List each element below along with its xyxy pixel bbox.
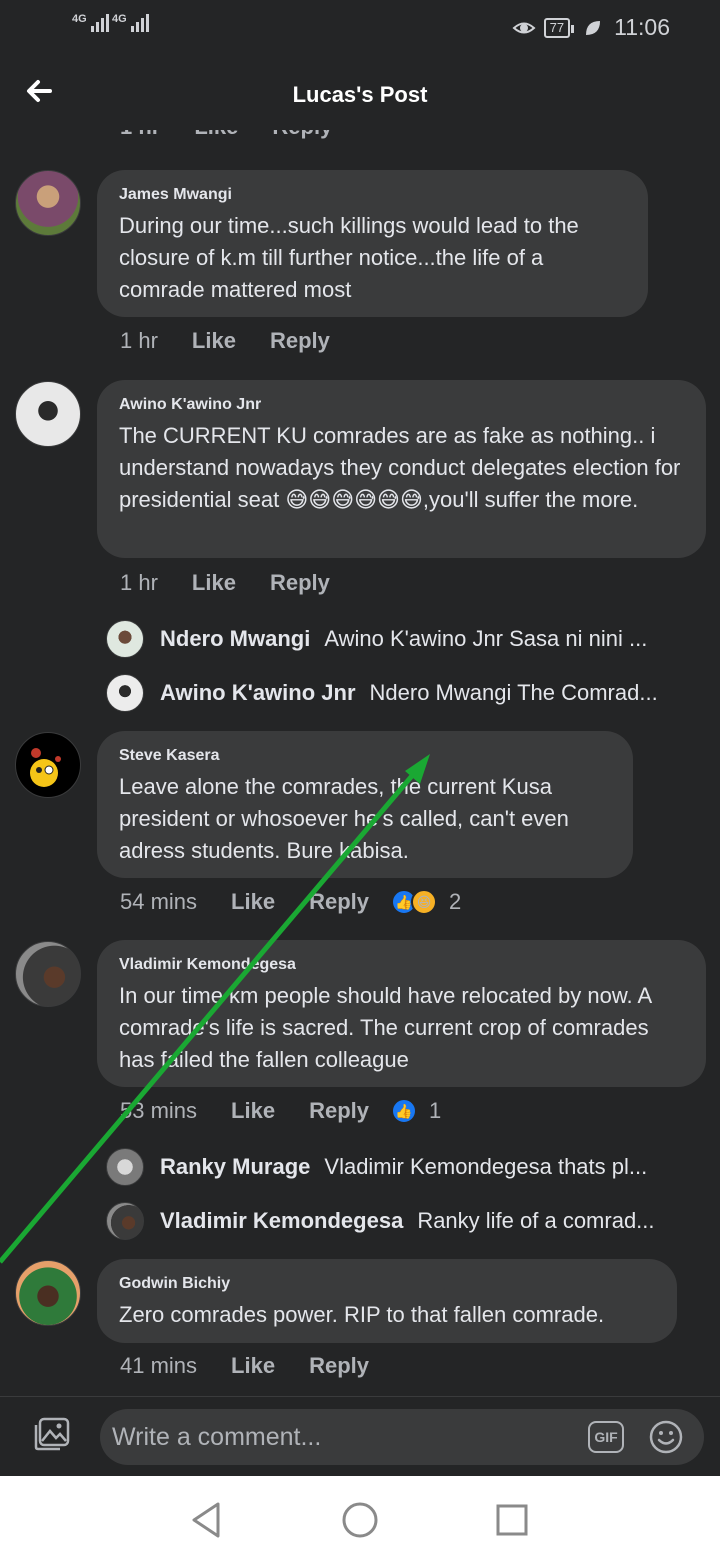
comment-bubble: Vladimir Kemondegesa In our time km peop…: [97, 940, 706, 1087]
reaction-count: 2: [449, 889, 462, 914]
signal-strength-icon-2: 4G: [112, 14, 149, 32]
reply-author: Ndero Mwangi: [160, 626, 311, 651]
reaction-count: 1: [429, 1098, 442, 1123]
avatar: [106, 1148, 144, 1186]
avatar: [106, 1202, 144, 1240]
comment-bubble: Steve Kasera Leave alone the comrades, t…: [97, 731, 633, 878]
comment-author[interactable]: Steve Kasera: [119, 747, 611, 765]
avatar: [106, 620, 144, 658]
comment-time: 41 mins: [120, 1353, 198, 1378]
like-button[interactable]: Like: [192, 328, 236, 354]
comment-text: The CURRENT KU comrades are as fake as n…: [119, 423, 681, 512]
post-header: Lucas's Post: [0, 60, 720, 130]
photo-icon[interactable]: [34, 1417, 70, 1451]
comment-time: 1 hr: [120, 328, 158, 353]
reply-preview[interactable]: Ranky Murage Vladimir Kemondegesa thats …: [106, 1148, 647, 1186]
reply-preview[interactable]: Vladimir Kemondegesa Ranky life of a com…: [106, 1202, 655, 1240]
reply-preview[interactable]: Ndero Mwangi Awino K'awino Jnr Sasa ni n…: [106, 620, 647, 658]
reply-button[interactable]: Reply: [270, 570, 330, 596]
comment-composer: GIF: [0, 1396, 720, 1476]
clock: 11:06: [614, 14, 670, 40]
comment-actions: 41 mins Like Reply: [120, 1353, 369, 1379]
comment-bubble: James Mwangi During our time...such kill…: [97, 170, 648, 317]
reply-button[interactable]: Reply: [309, 889, 369, 915]
comment-author[interactable]: Awino K'awino Jnr: [119, 396, 684, 414]
like-reaction-icon: 👍: [391, 1098, 417, 1124]
comment-bubble: Godwin Bichiy Zero comrades power. RIP t…: [97, 1259, 677, 1343]
like-button[interactable]: Like: [231, 1098, 275, 1124]
like-button[interactable]: Like: [231, 1353, 275, 1379]
status-bar: 4G 4G 77 11:06: [0, 0, 720, 56]
emoji-icon[interactable]: [648, 1419, 684, 1455]
reply-text: Ranky life of a comrad...: [417, 1208, 655, 1233]
comment-author[interactable]: Godwin Bichiy: [119, 1275, 655, 1293]
avatar[interactable]: [15, 732, 81, 798]
eye-icon: [512, 22, 536, 33]
reply-author: Awino K'awino Jnr: [160, 680, 356, 705]
comment-actions: 54 mins Like Reply 👍 😆 2: [120, 889, 461, 915]
reply-button[interactable]: Reply: [309, 1353, 369, 1379]
reaction-summary[interactable]: 👍 1: [391, 1098, 441, 1124]
comment-text: Leave alone the comrades, the current Ku…: [119, 774, 569, 863]
gif-icon[interactable]: GIF: [588, 1421, 624, 1453]
comment-author[interactable]: Vladimir Kemondegesa: [119, 956, 684, 974]
avatar[interactable]: [15, 381, 81, 447]
like-button[interactable]: Like: [231, 889, 275, 915]
comment-actions: 53 mins Like Reply 👍 1: [120, 1098, 441, 1124]
reply-preview[interactable]: Awino K'awino Jnr Ndero Mwangi The Comra…: [106, 674, 658, 712]
avatar[interactable]: [15, 170, 81, 236]
comment-box[interactable]: GIF: [100, 1409, 704, 1465]
comment-text: Zero comrades power. RIP to that fallen …: [119, 1302, 605, 1327]
comment-text: In our time km people should have reloca…: [119, 983, 651, 1072]
comment-actions: 1 hr Like Reply: [120, 328, 330, 354]
signal-strength-icon: 4G: [72, 14, 109, 32]
comment-time: 53 mins: [120, 1098, 198, 1123]
comment-time: 1 hr: [120, 570, 158, 595]
reaction-summary[interactable]: 👍 😆 2: [391, 889, 461, 915]
haha-reaction-icon: 😆: [411, 889, 437, 915]
nav-home-icon[interactable]: [340, 1500, 380, 1540]
reply-text: Vladimir Kemondegesa thats pl...: [324, 1154, 648, 1179]
reply-author: Ranky Murage: [160, 1154, 311, 1179]
reply-text: Awino K'awino Jnr Sasa ni nini ...: [324, 626, 648, 651]
nav-back-icon[interactable]: [186, 1500, 226, 1540]
avatar: [106, 674, 144, 712]
comment-author[interactable]: James Mwangi: [119, 186, 626, 204]
comment-actions: 1 hr Like Reply: [120, 570, 330, 596]
reply-author: Vladimir Kemondegesa: [160, 1208, 404, 1233]
avatar[interactable]: [15, 1260, 81, 1326]
leaf-icon: [586, 20, 601, 35]
comment-bubble: Awino K'awino Jnr The CURRENT KU comrade…: [97, 380, 706, 558]
page-title: Lucas's Post: [292, 82, 428, 107]
reply-button[interactable]: Reply: [270, 328, 330, 354]
like-button[interactable]: Like: [192, 570, 236, 596]
comment-input[interactable]: [112, 1419, 572, 1455]
avatar[interactable]: [15, 941, 81, 1007]
network-type: 4G: [72, 13, 87, 25]
battery-level: 77: [543, 17, 575, 38]
system-navigation-bar: [0, 1476, 720, 1560]
reply-text: Ndero Mwangi The Comrad...: [369, 680, 658, 705]
network-type-2: 4G: [112, 13, 127, 25]
reply-button[interactable]: Reply: [309, 1098, 369, 1124]
comment-time: 54 mins: [120, 889, 198, 914]
comment-text: During our time...such killings would le…: [119, 213, 579, 302]
nav-recents-icon[interactable]: [492, 1500, 532, 1540]
